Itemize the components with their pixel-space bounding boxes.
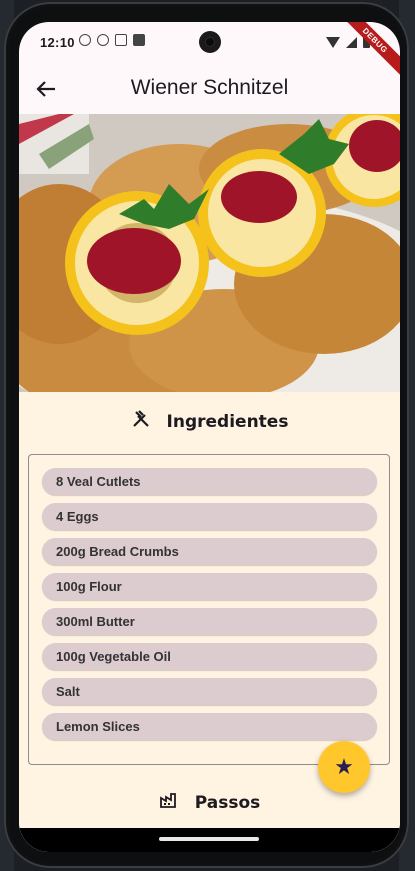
ingredient-chip[interactable]: Lemon Slices bbox=[42, 713, 377, 740]
ingredient-chip[interactable]: 4 Eggs bbox=[42, 503, 377, 530]
status-time: 12:10 bbox=[40, 35, 75, 50]
phone-frame: 12:10 DEBUG Wiener Schnitzel Ingrediente… bbox=[4, 2, 409, 868]
ingredient-chip[interactable]: 300ml Butter bbox=[42, 608, 377, 635]
page-title: Wiener Schnitzel bbox=[130, 76, 289, 99]
ingredients-title: Ingredientes bbox=[166, 411, 289, 432]
utensils-icon bbox=[131, 409, 151, 434]
status-bar: 12:10 DEBUG bbox=[19, 22, 400, 84]
status-icons bbox=[79, 34, 145, 46]
steps-title: Passos bbox=[194, 792, 261, 813]
favorite-fab[interactable]: ★ bbox=[318, 741, 370, 793]
signal-icon bbox=[346, 36, 357, 48]
ingredient-chip[interactable]: 100g Flour bbox=[42, 573, 377, 600]
ingredient-chip[interactable]: 200g Bread Crumbs bbox=[42, 538, 377, 565]
app-screen: 12:10 DEBUG Wiener Schnitzel Ingrediente… bbox=[19, 22, 400, 852]
shield-icon bbox=[97, 34, 109, 46]
home-gesture-handle[interactable] bbox=[159, 837, 259, 841]
star-icon: ★ bbox=[334, 754, 354, 779]
ingredients-card: 8 Veal Cutlets 4 Eggs 200g Bread Crumbs … bbox=[28, 454, 390, 765]
sd-card-icon bbox=[133, 34, 145, 46]
factory-icon bbox=[159, 791, 179, 814]
steps-header: Passos bbox=[19, 791, 400, 814]
front-camera bbox=[199, 31, 221, 53]
ingredient-chip[interactable]: Salt bbox=[42, 678, 377, 705]
recipe-image bbox=[19, 114, 400, 392]
app-bar: Wiener Schnitzel bbox=[19, 64, 400, 114]
wifi-icon bbox=[326, 36, 340, 48]
info-icon bbox=[79, 34, 91, 46]
gesture-navigation-bar bbox=[19, 828, 400, 852]
font-icon bbox=[115, 34, 127, 46]
ingredient-chip[interactable]: 100g Vegetable Oil bbox=[42, 643, 377, 670]
ingredient-chip[interactable]: 8 Veal Cutlets bbox=[42, 468, 377, 495]
ingredients-header: Ingredientes bbox=[19, 409, 400, 434]
